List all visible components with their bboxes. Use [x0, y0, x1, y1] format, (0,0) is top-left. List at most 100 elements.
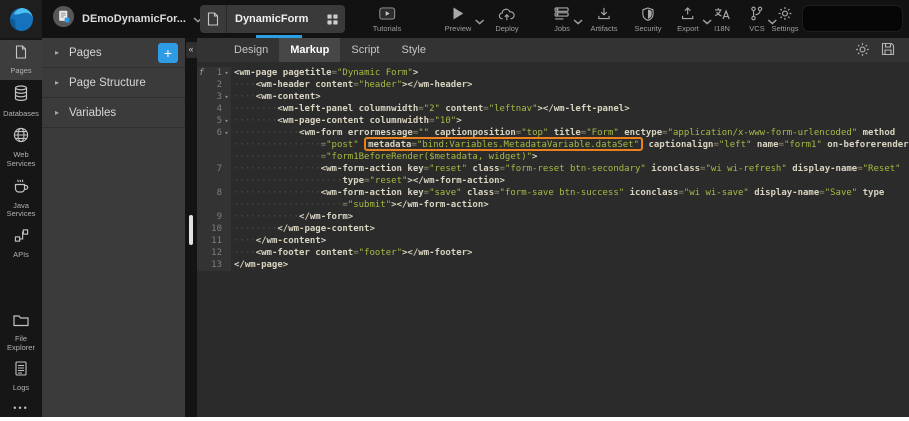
sidebar-item-file-explorer[interactable]: FileExplorer [0, 309, 42, 356]
line-number: 9 [206, 211, 222, 223]
collapse-panel-button[interactable]: « [186, 42, 197, 58]
fold-arrow-icon[interactable]: ▾ [222, 67, 231, 79]
topbar-action-artifacts[interactable]: Artifacts [590, 6, 617, 33]
upload-tray-icon [682, 6, 695, 21]
panel-section-pages[interactable]: ▸Pages+ [42, 38, 185, 68]
fold-arrow-icon[interactable]: ▾ [222, 115, 231, 127]
line-number: 8 [206, 187, 222, 199]
line-number: 5 [206, 115, 222, 127]
sidebar-item-databases[interactable]: Databases [0, 80, 42, 123]
line-number: 4 [206, 103, 222, 115]
folder-icon [13, 314, 29, 332]
code-line[interactable]: 2····<wm-header content="header"></wm-he… [197, 79, 909, 91]
line-number: 10 [206, 223, 222, 235]
line-number [206, 151, 222, 163]
nodes-icon [14, 228, 29, 248]
topbar-action-preview[interactable]: Preview [445, 6, 472, 33]
line-number: 1 [206, 67, 222, 79]
line-number [206, 139, 222, 151]
chevron-down-icon [573, 12, 583, 30]
log-icon [15, 361, 27, 381]
editor-tab-markup[interactable]: Markup [279, 38, 340, 62]
sidebar-item-logs[interactable]: Logs [0, 356, 42, 397]
code-line[interactable]: ················="post" metadata="bind:V… [197, 139, 909, 151]
project-name: DEmoDynamicFor... [82, 13, 186, 25]
line-number: 3 [206, 91, 222, 103]
topbar-action-tutorials[interactable]: Tutorials [373, 6, 401, 33]
editor-settings-gear-icon[interactable] [855, 42, 870, 57]
wavemaker-studio-window: DEmoDynamicFor... DynamicForm Tutorials P… [0, 0, 909, 417]
fold-arrow-icon[interactable]: ▾ [222, 91, 231, 103]
code-editor[interactable]: f1▾<wm-page pagetitle="Dynamic Form">2··… [197, 62, 909, 417]
topbar: DEmoDynamicFor... DynamicForm Tutorials P… [0, 0, 909, 38]
line-number [206, 175, 222, 187]
line-number: 13 [206, 259, 222, 271]
code-line[interactable]: 4········<wm-left-panel columnwidth="2" … [197, 103, 909, 115]
page-file-icon [200, 5, 227, 33]
active-page-indicator [256, 35, 302, 38]
code-line[interactable]: 5▾········<wm-page-content columnwidth="… [197, 115, 909, 127]
code-line[interactable]: 7················<wm-form-action key="re… [197, 163, 909, 175]
topbar-action-i18n[interactable]: I18N [714, 6, 731, 33]
shield-icon [642, 6, 655, 21]
topbar-action-security[interactable]: Security [634, 6, 661, 33]
line-number [206, 199, 222, 211]
code-line[interactable]: 3▾····<wm-content> [197, 91, 909, 103]
panel-section-variables[interactable]: ▸Variables [42, 98, 185, 128]
play-icon [452, 6, 465, 21]
editor-tab-style[interactable]: Style [391, 38, 437, 62]
translate-icon [714, 6, 731, 21]
sidebar-more-button[interactable]: ••• [0, 397, 42, 417]
topbar-action-settings[interactable]: Settings [771, 6, 798, 33]
code-line[interactable]: 13</wm-page> [197, 259, 909, 271]
code-line[interactable]: 9············</wm-form> [197, 211, 909, 223]
topbar-action-deploy[interactable]: Deploy [495, 6, 518, 33]
code-line[interactable]: ····················="submit"></wm-form-… [197, 199, 909, 211]
globe-icon [13, 127, 29, 148]
fold-arrow-icon[interactable]: ▾ [222, 127, 231, 139]
editor-toolbar: DesignMarkupScriptStyle [197, 38, 909, 62]
line-number: 6 [206, 127, 222, 139]
account-area-redacted [802, 5, 903, 32]
code-line[interactable]: ····················type="reset"></wm-fo… [197, 175, 909, 187]
page-tab-dynamicform[interactable]: DynamicForm [200, 5, 345, 33]
sidebar-item-pages[interactable]: Pages [0, 40, 42, 80]
sidebar-item-apis[interactable]: APIs [0, 223, 42, 264]
editor-tab-script[interactable]: Script [340, 38, 390, 62]
save-floppy-icon[interactable] [881, 42, 895, 57]
coffee-icon [13, 178, 29, 199]
video-icon [378, 6, 395, 21]
add-page-button[interactable]: + [158, 43, 178, 63]
caret-right-icon: ▸ [55, 108, 59, 117]
topbar-action-vcs[interactable]: VCS [749, 6, 764, 33]
code-line[interactable]: 11····</wm-content> [197, 235, 909, 247]
database-icon [14, 85, 28, 107]
wavemaker-logo-icon[interactable] [0, 0, 42, 38]
code-line[interactable]: 8················<wm-form-action key="sa… [197, 187, 909, 199]
scrollbar-thumb[interactable] [189, 215, 193, 245]
topbar-action-jobs[interactable]: Jobs [554, 6, 570, 33]
code-line[interactable]: 12····<wm-footer content="footer"></wm-f… [197, 247, 909, 259]
chevron-down-icon [702, 12, 712, 30]
page-tab-title: DynamicForm [227, 13, 319, 25]
left-rail-sidebar: PagesDatabasesWebServicesJavaServicesAPI… [0, 38, 42, 417]
page-file-icon [15, 45, 27, 64]
editor-tab-design[interactable]: Design [223, 38, 279, 62]
code-line[interactable]: ················="form1BeforeRender($met… [197, 151, 909, 163]
pages-accordion-panel: ▸Pages+▸Page Structure▸Variables [42, 38, 185, 417]
code-line[interactable]: 10········</wm-page-content> [197, 223, 909, 235]
project-selector[interactable]: DEmoDynamicFor... [52, 0, 203, 38]
sidebar-item-web-services[interactable]: WebServices [0, 122, 42, 172]
line-number: 2 [206, 79, 222, 91]
markup-editor-region: DesignMarkupScriptStyle f1▾<wm-page page… [197, 38, 909, 417]
code-line[interactable]: f1▾<wm-page pagetitle="Dynamic Form"> [197, 67, 909, 79]
metadata-highlight-box: metadata="bind:Variables.MetadataVariabl… [364, 137, 643, 151]
sidebar-item-java-services[interactable]: JavaServices [0, 173, 42, 223]
panel-section-page-structure[interactable]: ▸Page Structure [42, 68, 185, 98]
chevron-down-icon [474, 12, 484, 30]
caret-right-icon: ▸ [55, 48, 59, 57]
grid-icon[interactable] [319, 14, 345, 25]
line-number: 7 [206, 163, 222, 175]
topbar-action-export[interactable]: Export [677, 6, 699, 33]
line-number: 12 [206, 247, 222, 259]
